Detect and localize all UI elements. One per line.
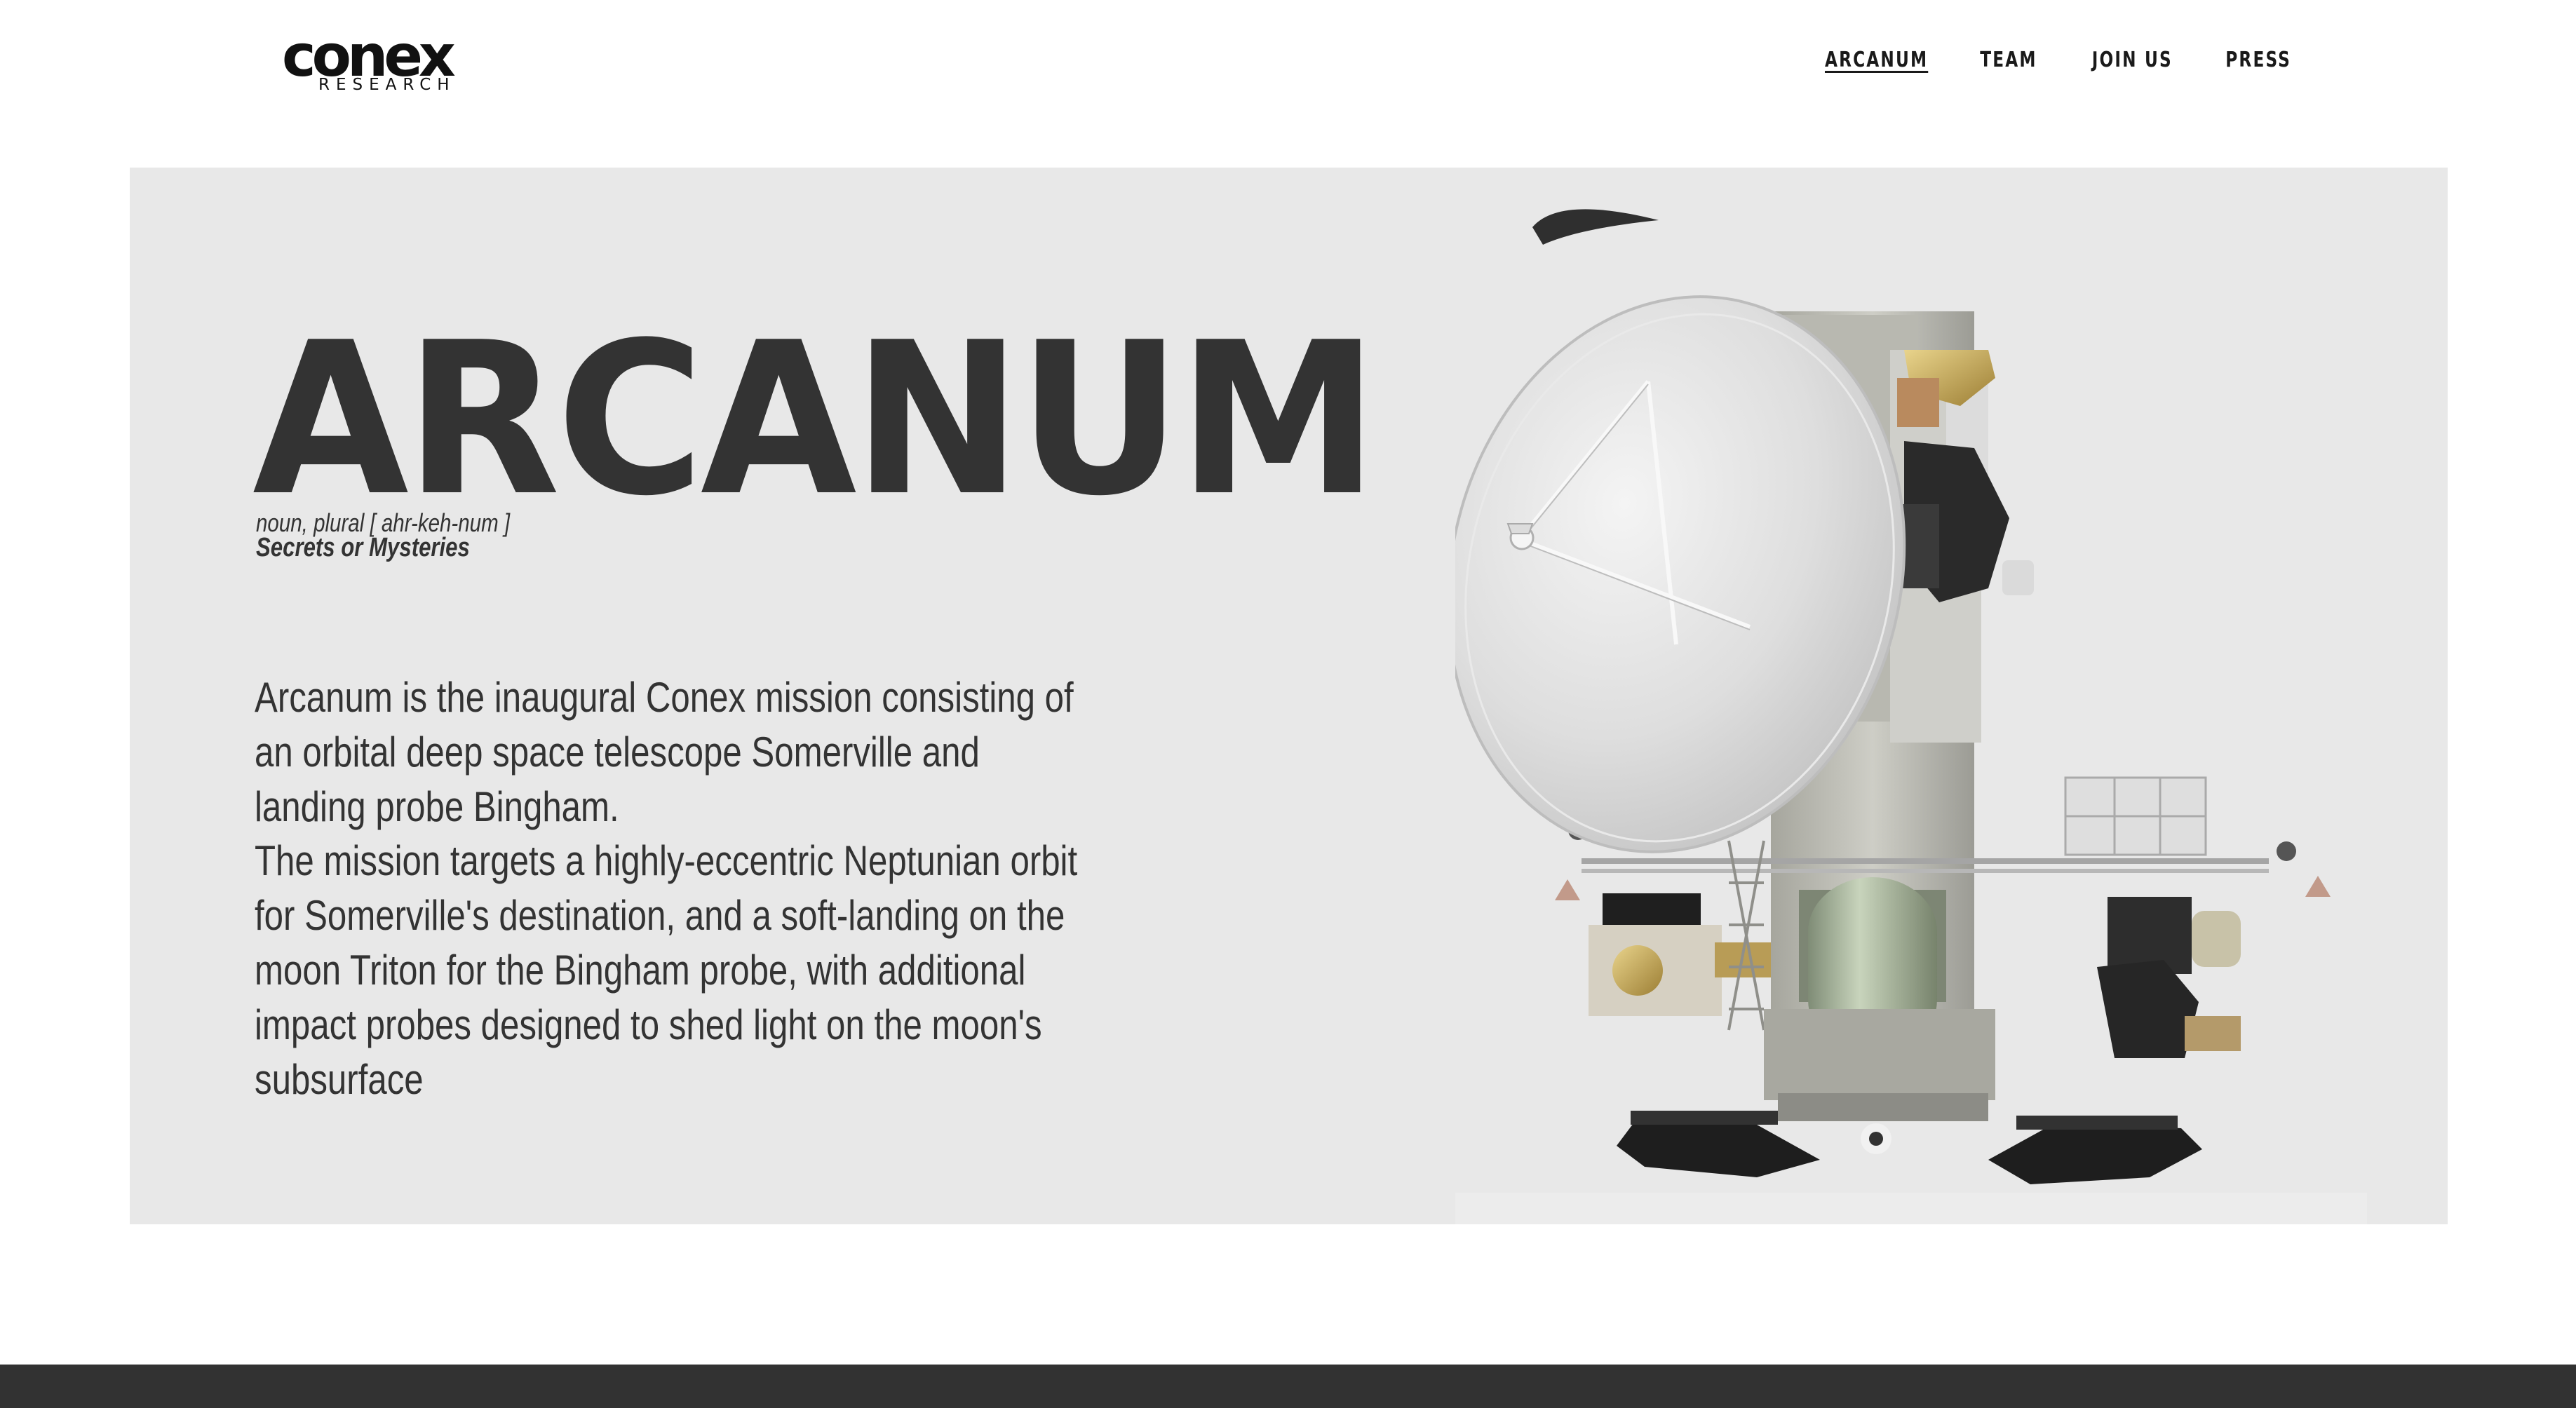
- nav-item-arcanum[interactable]: ARCANUM: [1825, 48, 1928, 72]
- nav-item-team[interactable]: TEAM: [1980, 48, 2037, 72]
- intro-paragraph-text: Arcanum is the inaugural Conex mission c…: [255, 674, 1074, 830]
- spacecraft-image: [1455, 209, 2367, 1224]
- main-nav: ARCANUM TEAM JOIN US PRESS: [1766, 48, 2291, 72]
- intro-paragraph: Arcanum is the inaugural Conex mission c…: [255, 670, 1100, 834]
- logo-subtitle: RESEARCH: [318, 76, 456, 94]
- mission-paragraph: The mission targets a highly-eccentric N…: [255, 834, 1100, 1107]
- footer-band: [0, 1365, 2576, 1408]
- nav-item-press[interactable]: PRESS: [2225, 48, 2291, 72]
- nav-item-join-us[interactable]: JOIN US: [2092, 48, 2173, 72]
- page-title: ARCANUM: [252, 297, 1379, 542]
- mission-paragraph-text: The mission targets a highly-eccentric N…: [255, 837, 1078, 1103]
- conex-logo[interactable]: conex RESEARCH: [282, 28, 464, 98]
- hero-section: ARCANUM noun, plural [ ahr-keh-num ] Sec…: [130, 168, 2448, 1224]
- definition: Secrets or Mysteries: [256, 533, 470, 562]
